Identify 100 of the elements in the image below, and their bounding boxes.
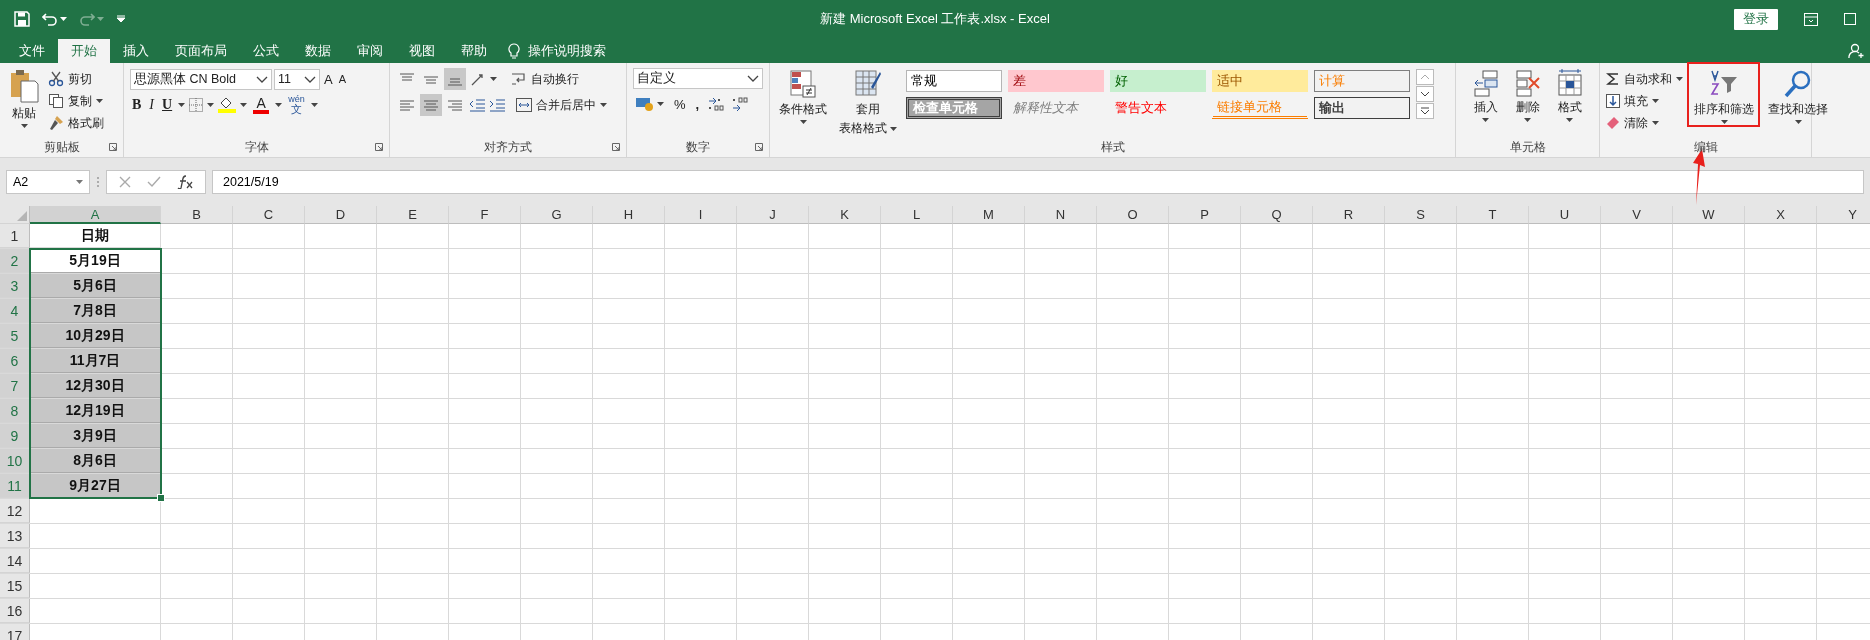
fill-color-icon[interactable] <box>218 97 237 113</box>
sort-filter-button[interactable]: 排序和筛选 <box>1691 68 1757 125</box>
column-header[interactable]: D <box>305 206 377 224</box>
row-header[interactable]: 1 <box>0 224 30 248</box>
dialog-launcher-icon[interactable] <box>755 143 763 151</box>
column-header[interactable]: A <box>30 206 161 224</box>
customize-toolbar-icon[interactable] <box>116 15 126 23</box>
format-painter-button[interactable]: 格式刷 <box>48 112 104 134</box>
merge-center-button[interactable]: 合并后居中 <box>516 94 607 116</box>
decrease-font-size-button[interactable]: A <box>336 68 348 90</box>
number-format-field[interactable]: 自定义 <box>633 68 763 89</box>
save-icon[interactable] <box>14 11 30 27</box>
column-header[interactable]: P <box>1169 206 1241 224</box>
italic-button[interactable]: I <box>147 94 156 116</box>
ribbon-tab[interactable]: 页面布局 <box>162 39 240 63</box>
column-header[interactable]: M <box>953 206 1025 224</box>
ribbon-tab[interactable]: 视图 <box>396 39 448 63</box>
sign-in-button[interactable]: 登录 <box>1734 8 1778 30</box>
expand-gallery-button[interactable] <box>1416 103 1434 119</box>
delete-cells-button[interactable]: 删除 <box>1511 68 1544 123</box>
format-cells-button[interactable]: 格式 <box>1553 68 1586 123</box>
column-header[interactable]: R <box>1313 206 1385 224</box>
column-header[interactable]: X <box>1745 206 1817 224</box>
currency-icon[interactable] <box>635 96 655 112</box>
dialog-launcher-icon[interactable] <box>612 143 620 151</box>
ribbon-tab[interactable]: 插入 <box>110 39 162 63</box>
decrease-decimal-icon[interactable] <box>731 96 750 112</box>
cell-style-swatch[interactable]: 差 <box>1008 70 1104 92</box>
ribbon-display-options-icon[interactable] <box>1804 12 1818 26</box>
tell-me-search[interactable]: 操作说明搜索 <box>528 42 606 60</box>
cell-style-swatch[interactable]: 适中 <box>1212 70 1308 92</box>
column-header[interactable]: V <box>1601 206 1673 224</box>
scroll-down-button[interactable] <box>1416 86 1434 102</box>
row-header[interactable]: 16 <box>0 599 30 623</box>
column-header[interactable]: W <box>1673 206 1745 224</box>
row-header[interactable]: 9 <box>0 424 30 448</box>
row-header[interactable]: 14 <box>0 549 30 573</box>
increase-indent-icon[interactable] <box>488 97 506 113</box>
comma-style-button[interactable]: , <box>693 93 702 115</box>
column-header[interactable]: L <box>881 206 953 224</box>
font-color-button[interactable]: A <box>251 94 272 116</box>
borders-icon[interactable] <box>189 98 204 112</box>
column-header[interactable]: U <box>1529 206 1601 224</box>
column-header[interactable]: B <box>161 206 233 224</box>
ribbon-tab[interactable]: 数据 <box>292 39 344 63</box>
insert-cells-button[interactable]: 插入 <box>1469 68 1502 123</box>
ribbon-tab[interactable]: 帮助 <box>448 39 500 63</box>
column-header[interactable]: O <box>1097 206 1169 224</box>
column-header[interactable]: C <box>233 206 305 224</box>
row-header[interactable]: 2 <box>0 249 30 273</box>
row-header[interactable]: 12 <box>0 499 30 523</box>
column-header[interactable]: E <box>377 206 449 224</box>
formula-field[interactable]: 2021/5/19 <box>212 170 1864 194</box>
font-size-field[interactable]: 11 <box>274 68 320 90</box>
phonetic-guide-button[interactable]: wén 文 <box>286 94 307 116</box>
row-header[interactable]: 7 <box>0 374 30 398</box>
column-header[interactable]: T <box>1457 206 1529 224</box>
row-header[interactable]: 4 <box>0 299 30 323</box>
ribbon-tab[interactable]: 公式 <box>240 39 292 63</box>
cell-style-swatch[interactable]: 常规 <box>906 70 1002 92</box>
cell-style-swatch[interactable]: 解释性文本 <box>1008 97 1104 119</box>
ribbon-tab[interactable]: 审阅 <box>344 39 396 63</box>
column-header[interactable]: G <box>521 206 593 224</box>
copy-button[interactable]: 复制 <box>48 90 104 112</box>
paste-button[interactable]: 粘贴 <box>6 68 42 129</box>
maximize-icon[interactable] <box>1844 13 1856 25</box>
row-header[interactable]: 15 <box>0 574 30 598</box>
checkmark-icon[interactable] <box>147 176 161 188</box>
row-header[interactable]: 6 <box>0 349 30 373</box>
decrease-indent-icon[interactable] <box>468 97 486 113</box>
row-header[interactable]: 13 <box>0 524 30 548</box>
wrap-text-button[interactable]: 自动换行 <box>511 68 579 90</box>
increase-font-size-button[interactable]: A <box>322 68 335 90</box>
cell-style-swatch[interactable]: 好 <box>1110 70 1206 92</box>
ribbon-tab[interactable]: 文件 <box>6 39 58 63</box>
column-header[interactable]: I <box>665 206 737 224</box>
increase-decimal-icon[interactable] <box>707 96 726 112</box>
ribbon-tab[interactable]: 开始 <box>58 39 110 63</box>
format-as-table-button[interactable]: 套用 表格格式 <box>836 68 900 138</box>
column-header[interactable]: K <box>809 206 881 224</box>
row-header[interactable]: 5 <box>0 324 30 348</box>
dialog-launcher-icon[interactable] <box>375 143 383 151</box>
row-header[interactable]: 11 <box>0 474 30 498</box>
cell-style-swatch[interactable]: 警告文本 <box>1110 97 1206 119</box>
bold-button[interactable]: B <box>130 94 144 116</box>
column-header[interactable]: F <box>449 206 521 224</box>
column-header[interactable]: S <box>1385 206 1457 224</box>
row-header[interactable]: 8 <box>0 399 30 423</box>
fill-button[interactable]: 填充 <box>1606 90 1683 112</box>
clear-button[interactable]: 清除 <box>1606 112 1683 134</box>
autosum-button[interactable]: 自动求和 <box>1606 68 1683 90</box>
column-header[interactable]: N <box>1025 206 1097 224</box>
fill-handle[interactable] <box>157 494 165 502</box>
conditional-formatting-button[interactable]: 条件格式 <box>776 68 830 125</box>
column-header[interactable]: Y <box>1817 206 1870 224</box>
column-header[interactable]: Q <box>1241 206 1313 224</box>
share-person-icon[interactable] <box>1848 42 1864 59</box>
row-header[interactable]: 17 <box>0 624 30 640</box>
row-header[interactable]: 10 <box>0 449 30 473</box>
column-header[interactable]: H <box>593 206 665 224</box>
